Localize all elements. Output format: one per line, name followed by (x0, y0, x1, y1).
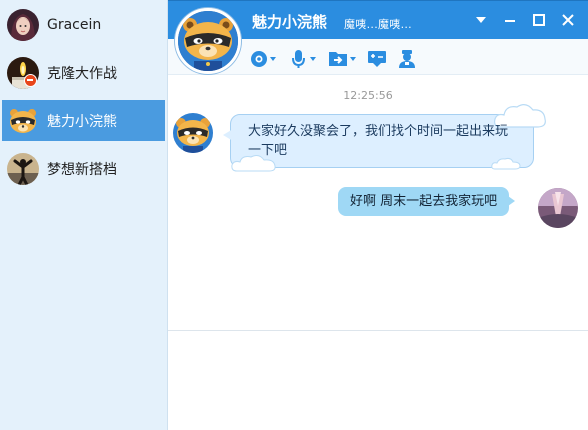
app-agent-icon[interactable] (397, 49, 417, 69)
raccoon-mascot-avatar[interactable] (175, 8, 241, 74)
contact-item-clone-battle[interactable]: 克隆大作战 (2, 52, 165, 93)
close-icon[interactable] (559, 11, 577, 29)
incoming-message-text: 大家好久没聚会了，我们找个时间一起出来玩一下吧 (248, 124, 509, 158)
contact-sidebar: Gracein 克隆大作战 魅力小浣熊 梦想新搭档 (0, 0, 168, 430)
contact-name: 克隆大作战 (47, 65, 117, 82)
contact-name: Gracein (47, 16, 102, 33)
silhouette-avatar (7, 152, 39, 185)
dropdown-icon[interactable] (472, 11, 490, 29)
chat-window: 魅力小浣熊 魔咦...魔咦... 12:25:56 大家好久没聚会了，我们找个时… (168, 0, 588, 430)
contact-item-gracein[interactable]: Gracein (2, 4, 165, 45)
video-call-icon[interactable] (250, 49, 278, 69)
chat-title: 魅力小浣熊 (252, 13, 328, 31)
message-area: 12:25:56 大家好久没聚会了，我们找个时间一起出来玩一下吧 好啊 周末一起… (168, 75, 588, 330)
contact-item-dream-partner[interactable]: 梦想新搭档 (2, 148, 165, 189)
contact-name: 魅力小浣熊 (47, 113, 117, 130)
blocked-icon (24, 74, 37, 87)
typing-status: 魔咦...魔咦... (344, 18, 412, 31)
remote-assist-icon[interactable] (367, 49, 387, 69)
minimize-icon[interactable] (501, 11, 519, 29)
contact-item-raccoon[interactable]: 魅力小浣熊 (2, 100, 165, 141)
raccoon-mascot-avatar (7, 104, 39, 137)
raccoon-mascot-avatar[interactable] (173, 113, 213, 153)
contact-name: 梦想新搭档 (47, 161, 117, 178)
file-transfer-icon[interactable] (328, 49, 358, 69)
my-avatar[interactable] (538, 188, 578, 228)
voice-call-icon[interactable] (290, 49, 318, 69)
maximize-icon[interactable] (530, 11, 548, 29)
outgoing-message-bubble[interactable]: 好啊 周末一起去我家玩吧 (338, 187, 516, 216)
message-input[interactable] (168, 331, 588, 430)
girl-portrait-avatar (7, 8, 39, 41)
